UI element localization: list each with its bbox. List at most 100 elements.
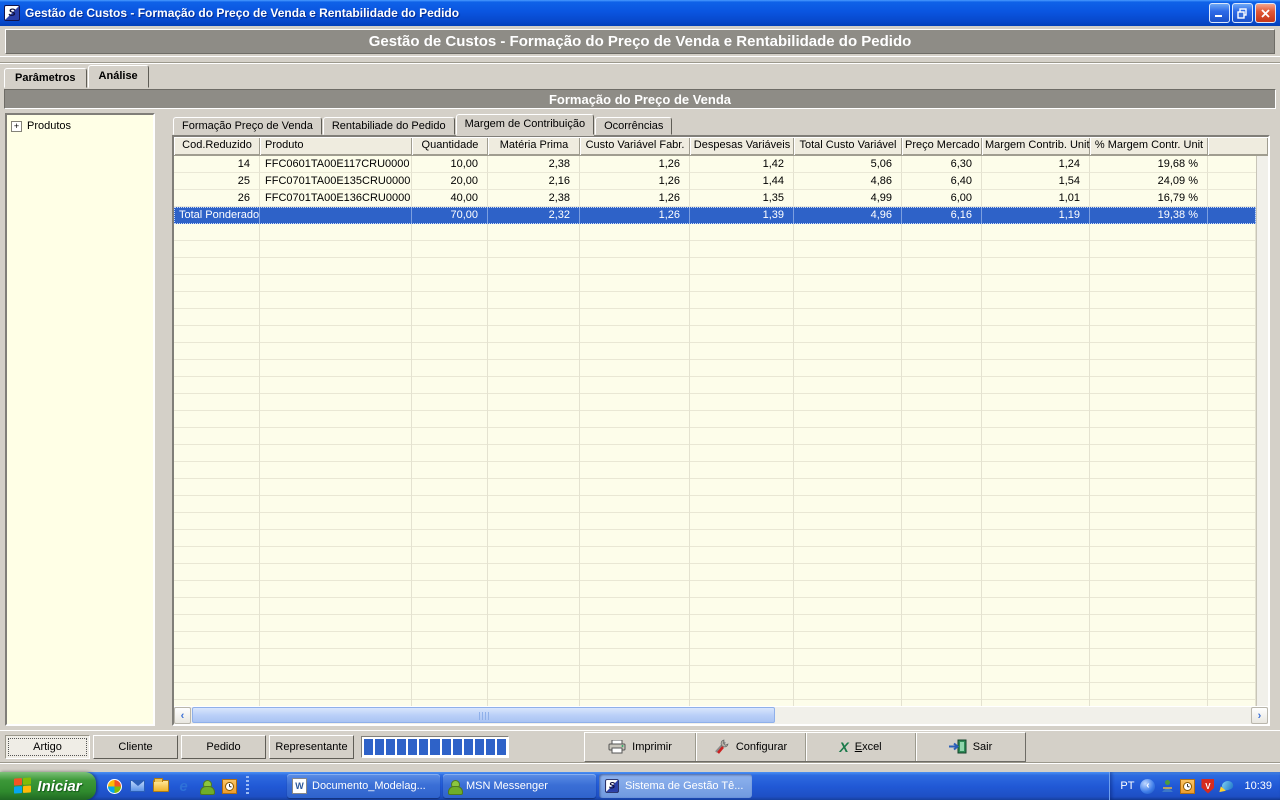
column-header[interactable]: Custo Variável Fabr. bbox=[580, 137, 690, 155]
expand-icon[interactable]: + bbox=[11, 121, 22, 132]
exit-door-icon bbox=[949, 739, 967, 754]
table-body: 14 FFC0601TA00E117CRU0000 10,00 2,38 1,2… bbox=[174, 156, 1256, 706]
cell-filler bbox=[1208, 173, 1256, 190]
clock-time[interactable]: 10:39 bbox=[1242, 780, 1272, 792]
progress-segment bbox=[442, 739, 451, 755]
close-button[interactable] bbox=[1255, 3, 1276, 23]
cell: 2,38 bbox=[488, 156, 580, 173]
table-row[interactable]: 26 FFC0701TA00E136CRU0000 40,00 2,38 1,2… bbox=[174, 190, 1256, 207]
messenger-icon[interactable] bbox=[198, 778, 215, 795]
cell: 1,01 bbox=[982, 190, 1090, 207]
column-header-filler bbox=[1208, 137, 1268, 155]
windows-logo-icon bbox=[14, 777, 32, 794]
task-sistema-gestao[interactable]: Sistema de Gestão Tê... bbox=[599, 774, 752, 798]
scroll-right-icon[interactable]: › bbox=[1251, 707, 1268, 724]
cell: 2,38 bbox=[488, 190, 580, 207]
start-label: Iniciar bbox=[37, 778, 81, 795]
hide-icons-chevron[interactable]: ‹ bbox=[1140, 779, 1155, 794]
configurar-button[interactable]: Configurar bbox=[695, 733, 805, 761]
tab-formacao-preco[interactable]: Formação Preço de Venda bbox=[173, 117, 322, 135]
progress-segment bbox=[386, 739, 395, 755]
user-icon[interactable] bbox=[1161, 779, 1174, 793]
app-header: Gestão de Custos - Formação do Preço de … bbox=[0, 26, 1280, 56]
cell-produto: FFC0601TA00E117CRU0000 bbox=[260, 156, 412, 173]
scrollbar-thumb[interactable] bbox=[192, 707, 775, 723]
horizontal-scrollbar[interactable]: ‹ › bbox=[174, 706, 1268, 724]
tab-parametros[interactable]: Parâmetros bbox=[4, 68, 87, 88]
cell: 4,99 bbox=[794, 190, 902, 207]
scroll-left-icon[interactable]: ‹ bbox=[174, 707, 191, 724]
clock-app-icon[interactable] bbox=[221, 778, 238, 795]
toolbar-strip bbox=[0, 56, 1280, 64]
status-strip bbox=[0, 762, 1280, 772]
tools-icon bbox=[714, 739, 730, 754]
app-icon bbox=[605, 779, 619, 793]
tab-analise[interactable]: Análise bbox=[88, 65, 149, 88]
column-header[interactable]: Preço Mercado bbox=[902, 137, 982, 155]
tree-item-produtos[interactable]: + Produtos bbox=[11, 120, 149, 132]
task-buttons: Documento_Modelag... MSN Messenger Siste… bbox=[257, 772, 752, 800]
outlook-express-icon[interactable] bbox=[129, 778, 146, 795]
restore-button[interactable] bbox=[1232, 3, 1253, 23]
progress-segment bbox=[486, 739, 495, 755]
cell: 1,35 bbox=[690, 190, 794, 207]
system-tray: PT ‹ V 10:39 bbox=[1109, 772, 1280, 800]
taskbar: Iniciar e Documento_Modelag... MSN Messe… bbox=[0, 772, 1280, 800]
excel-button[interactable]: X Excel bbox=[805, 733, 915, 761]
sair-label: Sair bbox=[973, 741, 993, 753]
internet-explorer-icon[interactable]: e bbox=[175, 778, 192, 795]
column-header[interactable]: Margem Contrib. Unit bbox=[982, 137, 1090, 155]
column-header[interactable]: % Margem Contr. Unit bbox=[1090, 137, 1208, 155]
total-row[interactable]: Total Ponderado 70,00 2,32 1,26 1,39 4,9… bbox=[174, 207, 1256, 224]
progress-segment bbox=[453, 739, 462, 755]
start-button[interactable]: Iniciar bbox=[0, 772, 96, 800]
folder-icon[interactable] bbox=[152, 778, 169, 795]
excel-label: Excel bbox=[855, 741, 882, 753]
cell: 16,79 % bbox=[1090, 190, 1208, 207]
main-tabstrip: Parâmetros Análise bbox=[0, 64, 1280, 88]
task-label: Sistema de Gestão Tê... bbox=[625, 780, 743, 792]
cell: 6,40 bbox=[902, 173, 982, 190]
cell: 6,00 bbox=[902, 190, 982, 207]
tab-margem-contribuicao[interactable]: Margem de Contribuição bbox=[456, 114, 594, 135]
cell: 1,26 bbox=[580, 173, 690, 190]
tab-rentabilidade[interactable]: Rentabiliade do Pedido bbox=[323, 117, 455, 135]
cell: 5,06 bbox=[794, 156, 902, 173]
imprimir-label: Imprimir bbox=[632, 741, 672, 753]
column-header[interactable]: Despesas Variáveis bbox=[690, 137, 794, 155]
messenger-icon bbox=[448, 780, 461, 793]
table-row[interactable]: 25 FFC0701TA00E135CRU0000 20,00 2,16 1,2… bbox=[174, 173, 1256, 190]
clock-icon[interactable] bbox=[1180, 779, 1195, 794]
sair-button[interactable]: Sair bbox=[915, 733, 1025, 761]
column-header[interactable]: Cod.Reduzido bbox=[174, 137, 260, 155]
window-titlebar: Gestão de Custos - Formação do Preço de … bbox=[0, 0, 1280, 26]
column-header[interactable]: Produto bbox=[260, 137, 412, 155]
representante-button[interactable]: Representante bbox=[269, 735, 354, 759]
column-header[interactable]: Total Custo Variável bbox=[794, 137, 902, 155]
column-header[interactable]: Quantidade bbox=[412, 137, 488, 155]
table-row[interactable]: 14 FFC0601TA00E117CRU0000 10,00 2,38 1,2… bbox=[174, 156, 1256, 173]
vertical-scrollbar[interactable] bbox=[1256, 156, 1268, 706]
progress-segment bbox=[475, 739, 484, 755]
pedido-button[interactable]: Pedido bbox=[181, 735, 266, 759]
bird-icon[interactable] bbox=[1220, 779, 1236, 793]
task-msn-messenger[interactable]: MSN Messenger bbox=[443, 774, 596, 798]
antivirus-shield-icon[interactable]: V bbox=[1201, 779, 1214, 794]
artigo-button[interactable]: Artigo bbox=[5, 735, 90, 759]
cliente-button[interactable]: Cliente bbox=[93, 735, 178, 759]
language-indicator[interactable]: PT bbox=[1120, 780, 1134, 792]
tab-ocorrencias[interactable]: Ocorrências bbox=[595, 117, 672, 135]
minimize-button[interactable] bbox=[1209, 3, 1230, 23]
column-header[interactable]: Matéria Prima bbox=[488, 137, 580, 155]
imprimir-button[interactable]: Imprimir bbox=[585, 733, 695, 761]
task-documento[interactable]: Documento_Modelag... bbox=[287, 774, 440, 798]
progress-segment bbox=[397, 739, 406, 755]
cell-cod: 26 bbox=[174, 190, 260, 207]
cell: 1,44 bbox=[690, 173, 794, 190]
progress-segment bbox=[497, 739, 506, 755]
product-tree-panel: + Produtos bbox=[5, 113, 155, 726]
msn-logo-icon[interactable] bbox=[106, 778, 123, 795]
window-title: Gestão de Custos - Formação do Preço de … bbox=[25, 6, 1204, 20]
cell-filler bbox=[1208, 207, 1256, 224]
cell: 20,00 bbox=[412, 173, 488, 190]
